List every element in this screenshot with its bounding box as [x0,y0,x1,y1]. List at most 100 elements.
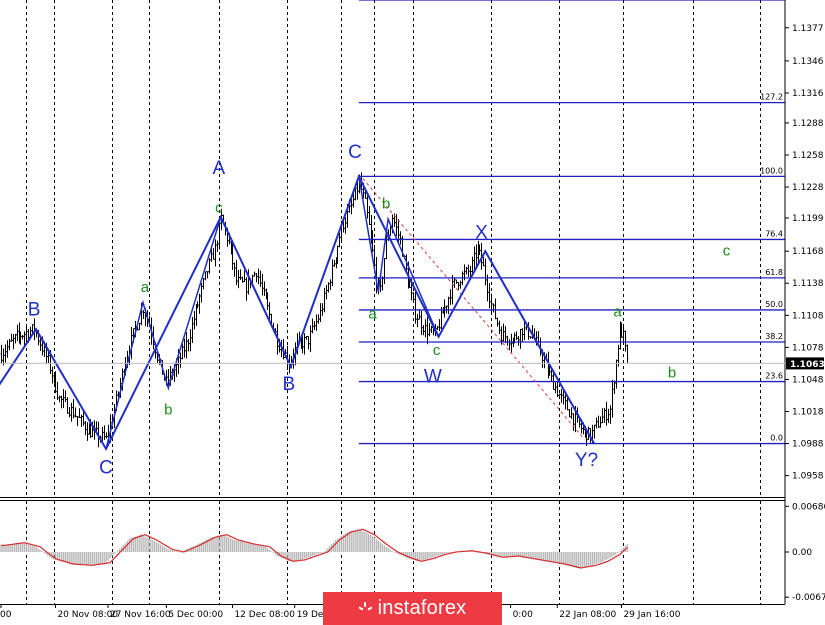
current-price-label: 1.1063 [790,360,825,370]
oscillator-bar [609,552,611,558]
oscillator-tick-label: 0.00686 [792,502,825,512]
price-tick-label: 1.0958 [792,472,824,482]
oscillator-bar [504,552,506,557]
oscillator-bar [315,552,317,555]
oscillator-bar [226,536,228,552]
oscillator-bar [262,546,265,552]
fib-level-label: 100.0 [760,166,783,175]
fibonacci-levels: 127.2 100.0 76.4 61.8 50.0 38.2 23.6 0.0 [358,0,785,445]
oscillator-bar [595,552,597,564]
wave-label-green: b [164,402,172,419]
time-tick-label: 5 Dec 00:00 [168,610,223,620]
oscillator-bar [89,552,92,566]
oscillator-bar [35,546,37,552]
oscillator-bar [261,546,263,552]
oscillator-bar [366,532,368,552]
oscillator-bar [12,543,14,552]
oscillator-bar [27,544,30,552]
oscillator-bar [574,552,576,568]
oscillator-bar [93,552,96,565]
fib-level-label: 76.4 [765,229,783,238]
instaforex-banner[interactable]: instaforex [323,592,502,625]
oscillator-bar [167,549,170,552]
wave-label-blue: C [99,457,113,478]
oscillator-bar [513,552,516,556]
price-tick-label: 1.1048 [792,375,824,385]
time-tick-label: 12 Dec 08:00 [234,610,295,620]
oscillator-bar [364,532,366,552]
oscillator-bar [502,552,504,557]
oscillator-bar [272,552,275,553]
price-tick-label: 1.0988 [792,440,824,450]
oscillator-bar [391,550,393,552]
oscillator-bar [163,547,166,552]
oscillator-bar [309,552,312,557]
oscillator-bar [473,551,475,553]
oscillator-bar [23,543,26,552]
wave-label-green: b [382,195,390,212]
oscillator-bar [439,552,442,555]
oscillator-bar [99,552,101,564]
oscillator-bar [117,550,119,552]
wave-label-blue: B [28,299,41,320]
oscillator-bar [422,552,424,560]
oscillator-bar [546,552,549,562]
oscillator-bar [21,543,24,552]
oscillator-bar [264,546,267,552]
oscillator-bar [404,552,407,558]
price-chart[interactable]: 127.2 100.0 76.4 61.8 50.0 38.2 23.6 0.0 B C A B C X… [0,0,825,625]
oscillator-bar [607,552,609,560]
oscillator-bar [301,552,304,560]
oscillator-bar [369,534,372,552]
oscillator-bar [358,529,360,552]
oscillator-bar [43,552,45,553]
oscillator-bar [0,545,2,552]
oscillator-bar [591,552,594,566]
oscillator-bar [593,552,596,565]
oscillator-bar [580,552,582,568]
price-tick-label: 1.1346 [792,57,824,67]
price-tick-label: 1.1108 [792,311,824,321]
oscillator-bar [138,535,140,552]
oscillator-bar [436,552,438,556]
oscillator-bar [253,544,255,552]
oscillator-bar [235,540,238,552]
oscillator-bar [471,551,473,552]
oscillator-bar [432,552,434,558]
fib-level-label: 50.0 [765,300,783,309]
oscillator-bar [447,552,450,553]
oscillator-bar [545,552,547,562]
wave-label-green: a [613,303,622,320]
oscillator-bar [589,552,592,566]
oscillator-bar [441,552,444,555]
oscillator-bar [570,552,572,567]
time-tick-label: 00 [0,610,12,620]
fib-level-label: 0.0 [770,434,783,443]
oscillator-bar [449,552,452,553]
vertical-gridlines [26,0,761,604]
oscillator-bar [379,542,382,552]
oscillator-bar [578,552,580,568]
time-tick-label: 27 Nov 16:00 [110,610,171,620]
oscillator-bar [41,551,43,552]
oscillator-bar [601,552,603,562]
oscillator-bar [161,545,164,552]
wave-label-blue: C [348,142,362,163]
oscillator-bar [568,552,570,566]
oscillator-bar [268,549,271,552]
oscillator-bar [266,548,269,552]
price-tick-label: 1.1377 [792,24,824,34]
price-tick-label: 1.1168 [792,247,824,257]
oscillator-bar [2,545,4,552]
oscillator-bar [443,552,446,554]
oscillator-bar [78,552,80,565]
oscillator-bar [237,541,240,552]
oscillator-bar [227,537,230,552]
oscillator-bar [599,552,601,563]
price-tick-label: 1.1316 [792,89,824,99]
oscillator-bar [84,552,86,566]
oscillator-bar [360,530,362,552]
oscillator-bar [325,550,327,552]
oscillator-bar [148,538,150,552]
wave-lines [0,173,596,452]
